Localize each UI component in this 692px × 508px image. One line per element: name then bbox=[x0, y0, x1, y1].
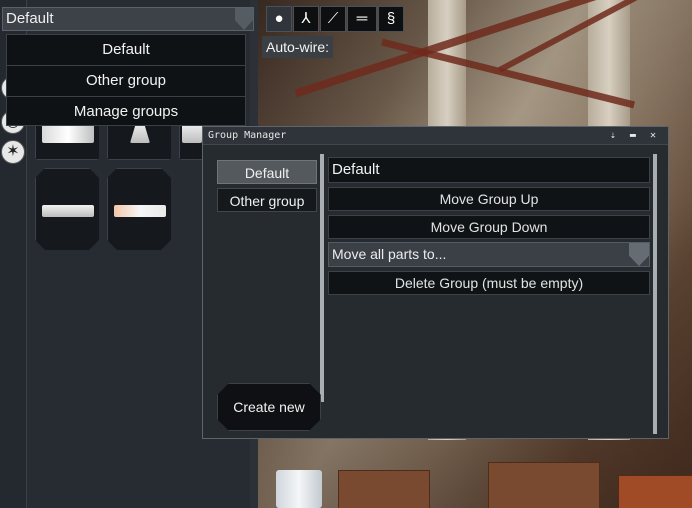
scene-crate bbox=[338, 470, 430, 508]
group-manager-title: Group Manager bbox=[208, 130, 287, 141]
group-dropdown-list: Default Other group Manage groups bbox=[6, 34, 246, 126]
dropdown-item-default[interactable]: Default bbox=[7, 35, 245, 66]
part-image bbox=[114, 205, 166, 217]
group-list-scrollbar[interactable] bbox=[320, 154, 324, 402]
scene-crate bbox=[488, 462, 600, 508]
group-name-input[interactable]: Default bbox=[328, 157, 650, 183]
lightbulb-icon[interactable]: ● bbox=[266, 6, 292, 32]
part-image bbox=[42, 205, 94, 217]
move-group-up-button[interactable]: Move Group Up bbox=[328, 187, 650, 211]
move-group-down-button[interactable]: Move Group Down bbox=[328, 215, 650, 239]
window-controls-icon[interactable]: ⇣ ▬ ✕ bbox=[610, 127, 660, 144]
create-new-group-button[interactable]: Create new bbox=[217, 383, 321, 431]
scene-barrel bbox=[276, 470, 322, 508]
group-list-item-other-group[interactable]: Other group bbox=[217, 188, 317, 212]
delete-group-button[interactable]: Delete Group (must be empty) bbox=[328, 271, 650, 295]
chevron-down-icon[interactable] bbox=[235, 8, 253, 30]
move-parts-select[interactable]: Move all parts to... bbox=[328, 242, 650, 267]
autowire-label: Auto-wire: bbox=[262, 36, 334, 58]
group-select-value: Default bbox=[6, 10, 54, 27]
group-list-item-default[interactable]: Default bbox=[217, 160, 317, 184]
plumbing-icon[interactable]: ═ bbox=[347, 6, 377, 32]
group-manager-titlebar[interactable]: Group Manager ⇣ ▬ ✕ bbox=[203, 127, 668, 145]
move-parts-select-value: Move all parts to... bbox=[332, 246, 447, 262]
axes-icon[interactable]: ⅄ bbox=[293, 6, 319, 32]
dropdown-item-manage-groups[interactable]: Manage groups bbox=[7, 97, 245, 127]
wire-icon[interactable]: ⟋ bbox=[320, 6, 346, 32]
part-tile[interactable] bbox=[107, 168, 171, 250]
group-select[interactable]: Default bbox=[2, 7, 254, 31]
part-tile[interactable] bbox=[35, 168, 99, 250]
scene-crate bbox=[618, 475, 692, 508]
star-icon[interactable]: ✶ bbox=[1, 140, 25, 164]
group-manager-window: Group Manager ⇣ ▬ ✕ Default Other group … bbox=[202, 126, 669, 439]
dropdown-item-other-group[interactable]: Other group bbox=[7, 66, 245, 97]
chevron-down-icon[interactable] bbox=[629, 243, 649, 266]
spring-icon[interactable]: § bbox=[378, 6, 404, 32]
details-scrollbar[interactable] bbox=[653, 154, 657, 434]
